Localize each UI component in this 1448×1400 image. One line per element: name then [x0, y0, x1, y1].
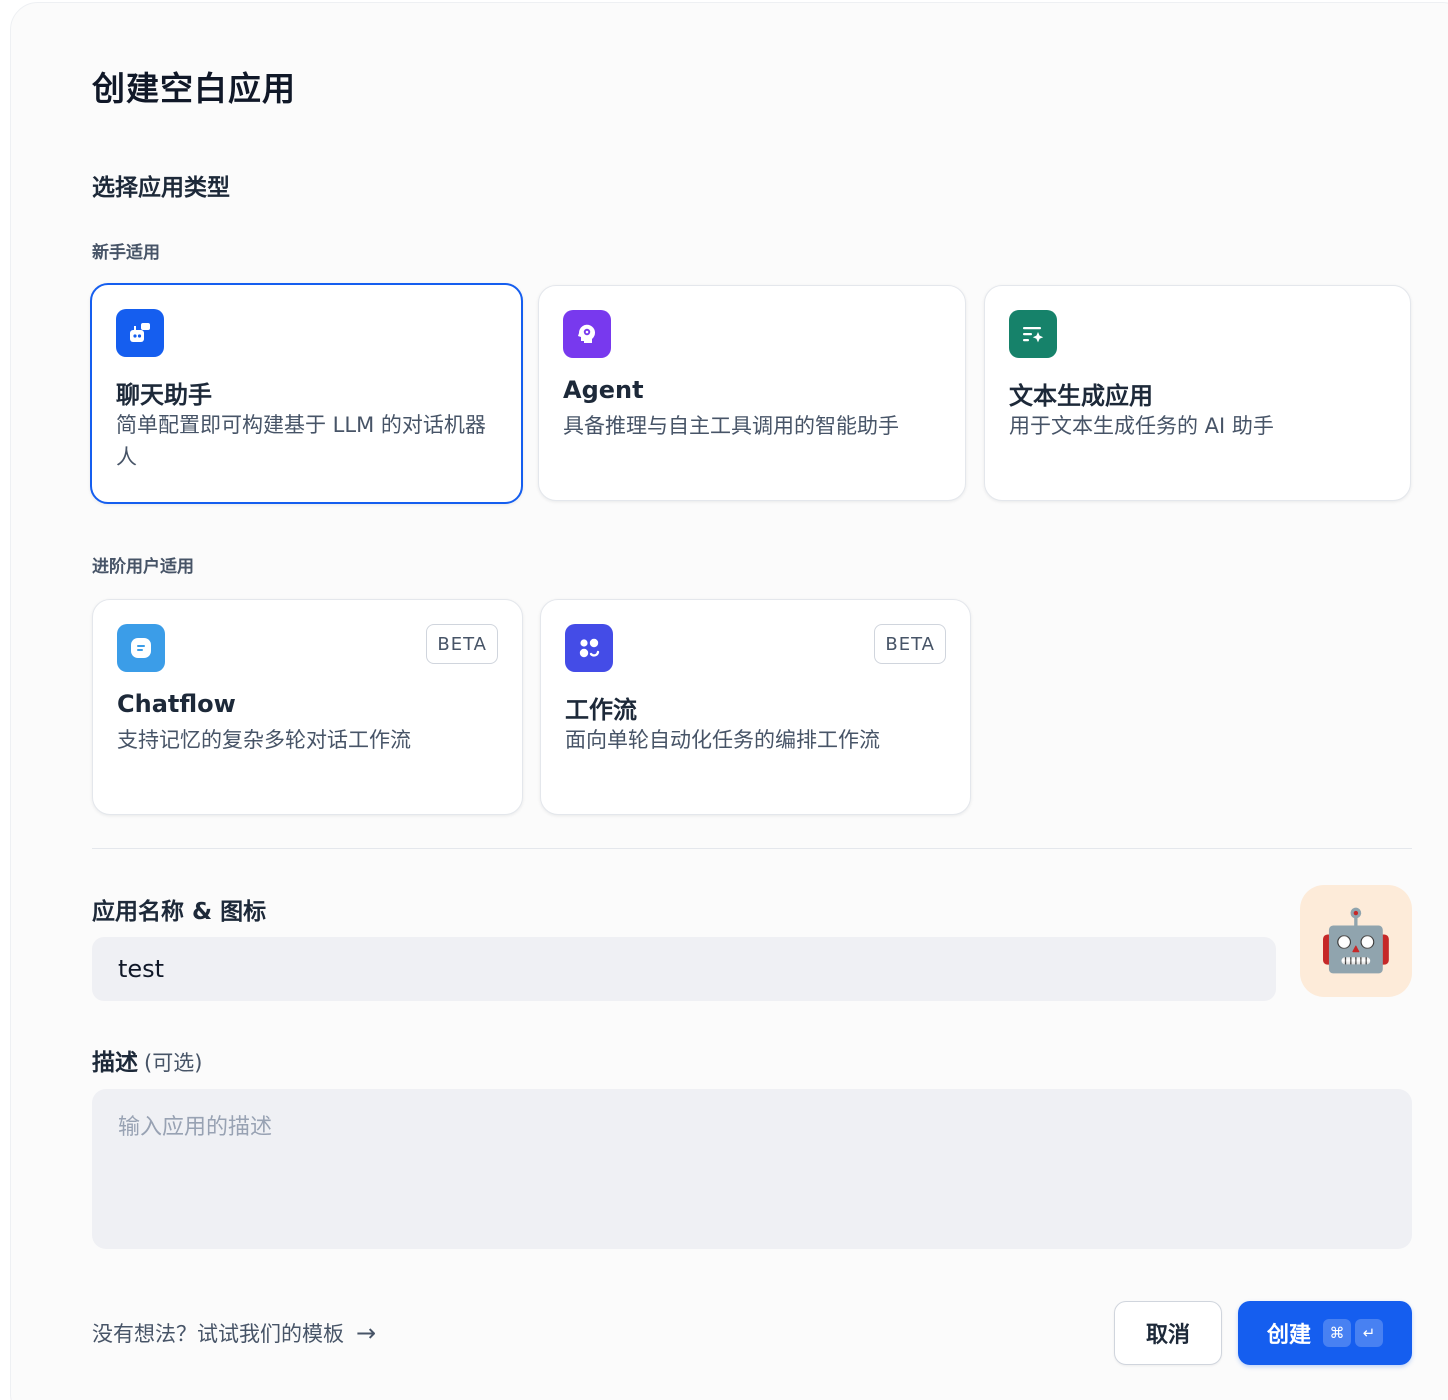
description-input[interactable] [92, 1089, 1412, 1249]
enter-key-icon: ↵ [1355, 1319, 1383, 1347]
cancel-button[interactable]: 取消 [1114, 1301, 1222, 1365]
app-type-card-text-generation[interactable]: 文本生成应用 用于文本生成任务的 AI 助手 [984, 285, 1411, 501]
arrow-right-icon: → [356, 1319, 377, 1347]
select-type-label: 选择应用类型 [92, 175, 230, 201]
card-desc: 具备推理与自主工具调用的智能助手 [563, 414, 899, 438]
card-desc: 简单配置即可构建基于 LLM 的对话机器人 [116, 413, 486, 469]
app-type-card-workflow[interactable]: BETA 工作流 面向单轮自动化任务的编排工作流 [540, 599, 971, 815]
beta-badge: BETA [874, 624, 946, 664]
card-title: Agent [563, 376, 644, 404]
card-desc: 支持记忆的复杂多轮对话工作流 [117, 728, 411, 752]
card-desc: 用于文本生成任务的 AI 助手 [1009, 414, 1274, 438]
cancel-label: 取消 [1145, 1323, 1190, 1348]
app-name-input[interactable] [92, 937, 1276, 1001]
create-label: 创建 [1266, 1323, 1311, 1348]
card-title: 文本生成应用 [1009, 382, 1153, 410]
app-type-card-chatbot[interactable]: 聊天助手 简单配置即可构建基于 LLM 的对话机器人 [90, 283, 523, 504]
dialog-title: 创建空白应用 [92, 69, 296, 108]
template-link[interactable]: 没有想法？试试我们的模板 → [92, 1318, 376, 1348]
app-type-card-chatflow[interactable]: BETA Chatflow 支持记忆的复杂多轮对话工作流 [92, 599, 523, 815]
chatflow-icon [117, 624, 165, 672]
advanced-group-label: 进阶用户适用 [92, 557, 194, 577]
app-icon-picker[interactable]: 🤖 [1300, 885, 1412, 997]
beginner-group-label: 新手适用 [92, 243, 160, 263]
template-link-text: 没有想法？试试我们的模板 [92, 1322, 344, 1346]
agent-icon [563, 310, 611, 358]
app-name-label: 应用名称 & 图标 [92, 899, 267, 925]
chatbot-icon [116, 309, 164, 357]
description-label-text: 描述 [92, 1050, 138, 1076]
text-generation-icon [1009, 310, 1057, 358]
card-desc: 面向单轮自动化任务的编排工作流 [565, 728, 880, 752]
card-title: Chatflow [117, 690, 236, 718]
optional-hint: (可选) [144, 1051, 203, 1075]
app-type-card-agent[interactable]: Agent 具备推理与自主工具调用的智能助手 [538, 285, 966, 501]
card-title: 工作流 [565, 696, 637, 724]
card-title: 聊天助手 [116, 381, 212, 409]
create-button[interactable]: 创建 ⌘ ↵ [1238, 1301, 1412, 1365]
workflow-icon [565, 624, 613, 672]
divider [92, 848, 1412, 849]
beta-badge: BETA [426, 624, 498, 664]
robot-icon: 🤖 [1318, 906, 1394, 976]
description-label: 描述 (可选) [92, 1043, 202, 1077]
command-key-icon: ⌘ [1323, 1319, 1351, 1347]
